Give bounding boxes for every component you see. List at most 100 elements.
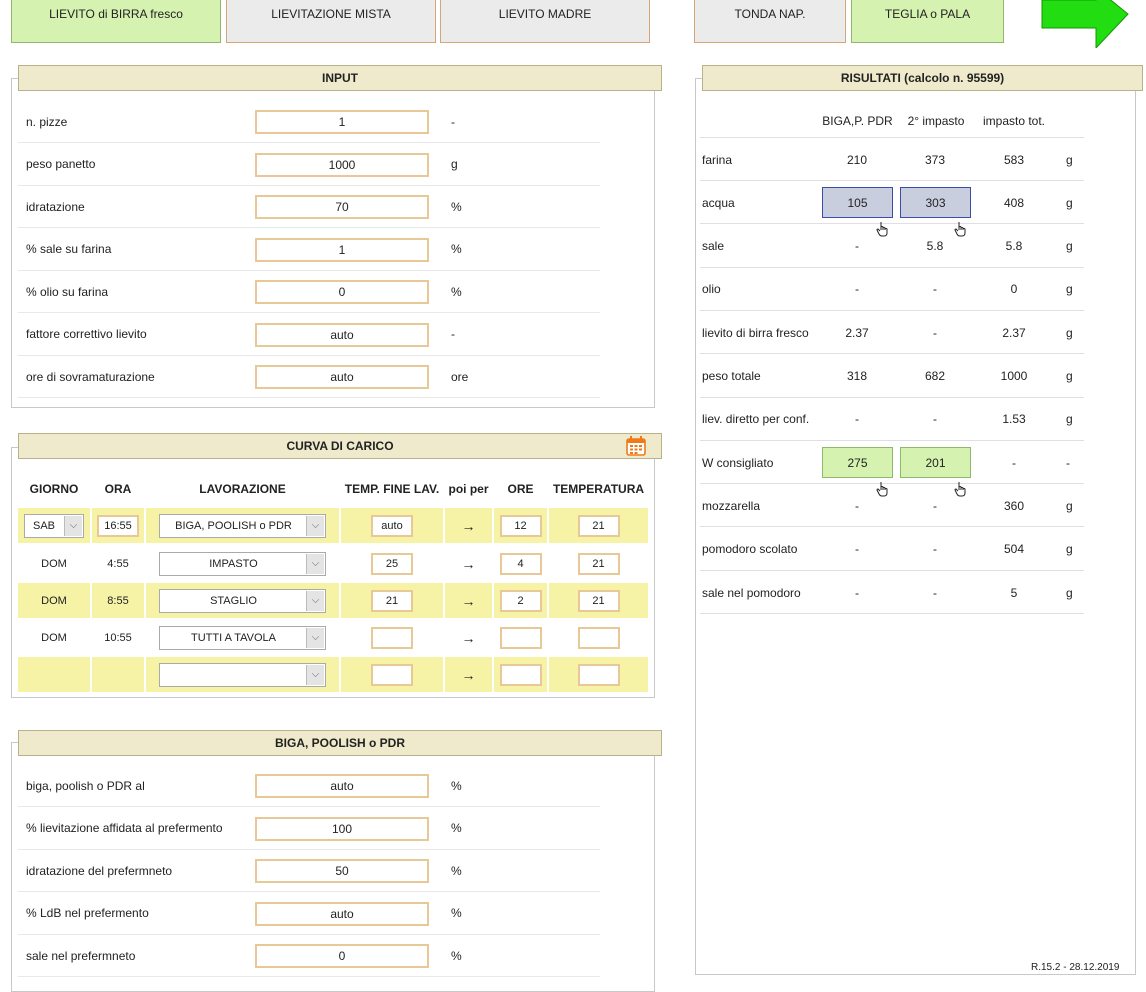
field-unit: % <box>451 778 462 793</box>
field-input[interactable]: 1 <box>255 110 429 134</box>
work-select[interactable]: BIGA, POOLISH o PDR ⌵ <box>159 513 326 538</box>
field-input[interactable]: auto <box>255 901 429 926</box>
field-input[interactable]: 1000 <box>255 152 429 177</box>
curve-row: ⌵ → <box>18 657 648 692</box>
work-select[interactable]: ⌵ <box>159 662 326 687</box>
mode-button-lievitazione-mista[interactable]: LIEVITAZIONE MISTA <box>226 0 436 43</box>
result-row: pomodoro scolato - - 504 g <box>700 528 1084 571</box>
hours-input[interactable]: 2 <box>499 589 542 612</box>
work-select[interactable]: TUTTI A TAVOLA ⌵ <box>159 625 326 650</box>
arrow-right-icon: → <box>461 592 476 609</box>
result-row: sale nel pomodoro - - 5 g <box>700 571 1084 614</box>
curve-cell: DOM <box>18 620 90 655</box>
field-label: % sale su farina <box>26 242 112 256</box>
curve-cell <box>92 657 144 692</box>
field-unit: ore <box>451 369 469 384</box>
temp-end-input[interactable]: auto <box>371 514 413 537</box>
result-row: olio - - 0 g <box>700 268 1084 311</box>
curve-cell: → <box>445 620 492 655</box>
day-select[interactable]: SAB ⌵ <box>24 513 84 538</box>
result-label: sale <box>702 239 725 254</box>
hours-input[interactable] <box>499 663 542 686</box>
result-value-box[interactable]: 275 <box>822 447 893 479</box>
hours-input[interactable]: 4 <box>499 552 542 575</box>
result-value: 0 <box>1010 282 1018 297</box>
day-text: DOM <box>41 557 67 570</box>
result-unit: - <box>1066 455 1070 470</box>
curve-cell <box>341 620 443 655</box>
time-input[interactable]: 16:55 <box>97 514 139 537</box>
field-input[interactable]: 0 <box>255 944 429 968</box>
work-select-value: BIGA, POOLISH o PDR <box>175 519 292 532</box>
field-input[interactable]: 0 <box>255 280 429 304</box>
result-value: 210 <box>846 152 868 167</box>
temp-end-input[interactable] <box>371 626 413 649</box>
field-input[interactable]: auto <box>255 322 429 347</box>
field-unit: % <box>451 821 462 835</box>
mode-button-lievito-birra[interactable]: LIEVITO di BIRRA fresco <box>11 0 221 43</box>
result-value: - <box>855 585 859 600</box>
work-select[interactable]: STAGLIO ⌵ <box>159 588 326 613</box>
result-row: W consigliato 275 201 - - <box>700 441 1084 497</box>
result-row: lievito di birra fresco 2.37 - 2.37 g <box>700 311 1084 355</box>
curve-cell <box>341 657 443 692</box>
right-arrow-icon[interactable] <box>1040 0 1130 48</box>
result-row: acqua 105 303 408 g <box>700 181 1084 237</box>
result-value: - <box>855 498 859 513</box>
result-value: 373 <box>924 152 946 167</box>
curve-row: SAB ⌵ 16:55 BIGA, POOLISH o PDR ⌵ auto → 12 21 <box>18 508 648 543</box>
field-input[interactable]: 100 <box>255 816 429 841</box>
time-text: 8:55 <box>107 594 129 607</box>
col-header-lavorazione: LAVORAZIONE <box>199 482 286 496</box>
curve-cell: 4:55 <box>92 546 144 581</box>
curve-cell: → <box>445 508 492 543</box>
temperature-input[interactable] <box>577 626 620 649</box>
field-label: % LdB nel prefermento <box>26 906 149 920</box>
results-panel-title: RISULTATI (calcolo n. 95599) <box>702 65 1143 91</box>
result-unit: g <box>1066 282 1073 297</box>
day-text: DOM <box>41 594 67 607</box>
result-value: - <box>1012 455 1016 470</box>
temperature-input[interactable]: 21 <box>577 552 620 575</box>
mode-button-lievito-madre[interactable]: LIEVITO MADRE <box>440 0 650 43</box>
calendar-icon[interactable] <box>626 436 646 456</box>
temperature-input[interactable] <box>577 663 620 686</box>
field-input[interactable]: auto <box>255 365 429 389</box>
field-unit: % <box>451 948 462 963</box>
result-value-box[interactable]: 303 <box>900 187 971 219</box>
col-header-ora: ORA <box>104 482 132 496</box>
result-value-box[interactable]: 201 <box>900 447 971 479</box>
curve-row: DOM 10:55 TUTTI A TAVOLA ⌵ → <box>18 620 648 655</box>
temp-end-input[interactable] <box>371 663 413 686</box>
hours-input[interactable] <box>499 626 542 649</box>
time-text: 4:55 <box>107 557 129 570</box>
result-value: 1000 <box>1000 369 1028 383</box>
work-select[interactable]: IMPASTO ⌵ <box>159 551 326 576</box>
result-value-box[interactable]: 105 <box>822 187 893 219</box>
shape-button-tonda-nap[interactable]: TONDA NAP. <box>694 0 846 43</box>
field-input[interactable]: 1 <box>255 237 429 262</box>
shape-button-teglia-pala[interactable]: TEGLIA o PALA <box>851 0 1004 43</box>
result-value: 5 <box>1010 585 1018 600</box>
result-label: mozzarella <box>702 498 761 513</box>
field-input[interactable]: auto <box>255 774 429 798</box>
panel-title-text: RISULTATI (calcolo n. 95599) <box>840 71 1005 85</box>
temp-end-input[interactable]: 21 <box>371 589 413 612</box>
curve-cell: 21 <box>549 583 648 618</box>
field-input[interactable]: 50 <box>255 859 429 883</box>
temperature-input[interactable]: 21 <box>577 589 620 612</box>
hours-input[interactable]: 12 <box>499 514 542 537</box>
result-label: acqua <box>702 195 735 210</box>
curve-cell <box>549 657 648 692</box>
result-value: - <box>855 412 859 427</box>
field-unit: % <box>451 199 462 214</box>
temp-end-input[interactable]: 25 <box>371 552 413 575</box>
curve-cell: 21 <box>341 583 443 618</box>
biga-row: % LdB nel prefermento auto% <box>18 893 600 935</box>
temperature-input[interactable]: 21 <box>577 514 620 537</box>
result-unit: g <box>1066 325 1073 340</box>
field-input[interactable]: 70 <box>255 195 429 219</box>
biga-panel-title: BIGA, POOLISH o PDR <box>18 730 662 756</box>
curve-cell: → <box>445 546 492 581</box>
curve-cell: TUTTI A TAVOLA ⌵ <box>146 620 339 655</box>
